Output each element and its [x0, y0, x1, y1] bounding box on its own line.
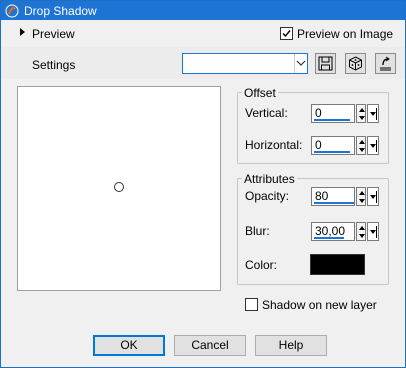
expand-triangle-icon[interactable]	[20, 28, 25, 36]
opacity-menu-arrow[interactable]	[367, 187, 379, 206]
window-title: Drop Shadow	[24, 3, 97, 18]
opacity-slider-bar[interactable]	[314, 202, 354, 204]
settings-label: Settings	[32, 58, 76, 72]
app-icon	[5, 4, 19, 17]
randomize-button[interactable]	[345, 53, 366, 74]
vertical-slider-bar[interactable]	[314, 119, 350, 121]
vertical-label: Vertical:	[245, 106, 288, 120]
horizontal-value: 0	[315, 138, 322, 152]
offset-group-title: Offset	[242, 86, 278, 100]
attributes-group-title: Attributes	[242, 172, 297, 186]
save-preset-button[interactable]	[315, 53, 336, 74]
color-swatch[interactable]	[310, 254, 365, 275]
ok-button[interactable]: OK	[93, 335, 165, 356]
save-icon	[318, 56, 333, 71]
help-button[interactable]: Help	[255, 335, 327, 356]
horizontal-slider-bar[interactable]	[314, 151, 350, 153]
checkmark-icon	[282, 30, 291, 38]
cancel-button[interactable]: Cancel	[174, 335, 246, 356]
vertical-spinner[interactable]	[356, 104, 366, 123]
opacity-value: 80	[315, 189, 329, 203]
blur-spinner[interactable]	[356, 222, 366, 241]
title-bar[interactable]: Drop Shadow	[1, 1, 405, 20]
reset-button[interactable]	[375, 53, 396, 74]
preview-label: Preview	[32, 27, 75, 41]
blur-input[interactable]: 30,00	[311, 222, 355, 241]
reset-icon	[380, 56, 391, 71]
blur-label: Blur:	[245, 224, 270, 238]
shadow-on-new-layer-label[interactable]: Shadow on new layer	[262, 298, 377, 312]
horizontal-label: Horizontal:	[245, 138, 303, 152]
random-cube-icon	[349, 56, 362, 71]
vertical-menu-arrow[interactable]	[367, 104, 379, 123]
color-label: Color:	[245, 258, 278, 272]
preview-on-image-checkbox[interactable]	[280, 27, 293, 40]
shadow-on-new-layer-checkbox[interactable]	[245, 298, 258, 311]
horizontal-menu-arrow[interactable]	[367, 136, 379, 155]
opacity-spinner[interactable]	[356, 187, 366, 206]
blur-menu-arrow[interactable]	[367, 222, 379, 241]
vertical-input[interactable]: 0	[311, 104, 355, 123]
horizontal-input[interactable]: 0	[311, 136, 355, 155]
blur-value: 30,00	[315, 224, 346, 238]
drop-shadow-dialog: Drop Shadow Preview Preview on Image Set…	[0, 0, 406, 368]
opacity-label: Opacity:	[245, 189, 290, 203]
blur-slider-bar[interactable]	[314, 237, 344, 239]
chevron-down-icon[interactable]	[294, 54, 307, 73]
offset-handle[interactable]	[114, 182, 124, 192]
preview-on-image-label[interactable]: Preview on Image	[297, 27, 393, 41]
opacity-input[interactable]: 80	[311, 187, 355, 206]
settings-dropdown[interactable]	[182, 53, 308, 74]
vertical-value: 0	[315, 106, 322, 120]
horizontal-spinner[interactable]	[356, 136, 366, 155]
